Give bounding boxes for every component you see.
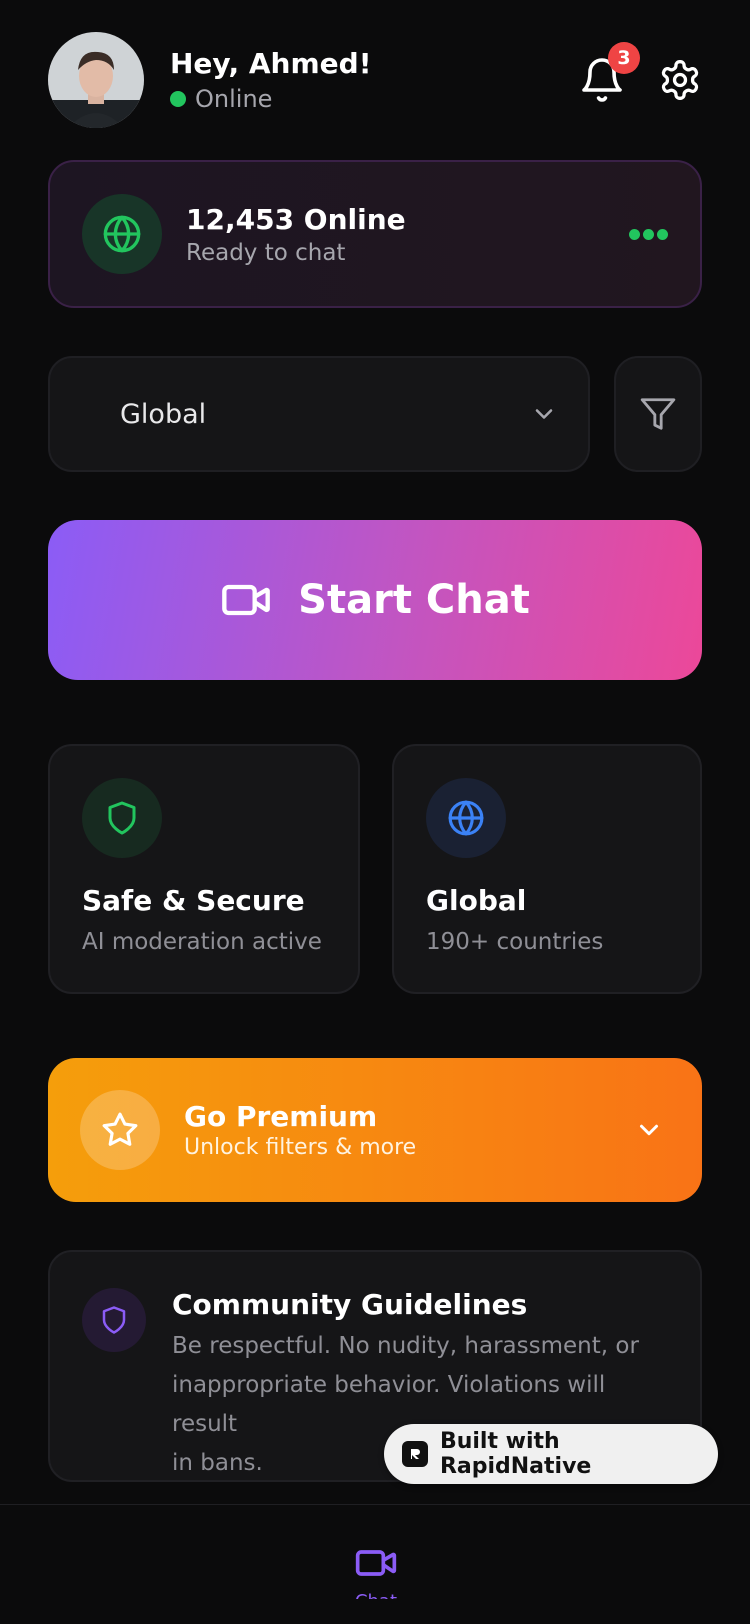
premium-subtitle: Unlock filters & more [184, 1135, 417, 1160]
status-label: Online [195, 84, 273, 113]
tab-chat-label: Chat [355, 1591, 397, 1599]
video-icon [355, 1550, 397, 1576]
guidelines-title: Community Guidelines [172, 1288, 528, 1321]
premium-title: Go Premium [184, 1100, 378, 1133]
shield-icon [108, 801, 136, 835]
shield-icon [102, 1306, 126, 1334]
notification-badge: 3 [608, 42, 640, 74]
online-users-card: 12,453 Online Ready to chat [48, 160, 702, 308]
region-selected-value: Global [120, 398, 207, 430]
star-icon-circle [80, 1090, 160, 1170]
feature-card-global: Global 190+ countries [392, 744, 702, 994]
activity-dots [626, 228, 668, 240]
gear-icon [661, 60, 699, 100]
built-with-label: Built with RapidNative [439, 1429, 592, 1479]
feature-title: Global [426, 884, 527, 917]
online-subtitle: Ready to chat [186, 239, 346, 266]
globe-icon-circle [82, 194, 162, 274]
feature-card-safe: Safe & Secure AI moderation active [48, 744, 360, 994]
start-chat-label: Start Chat [298, 577, 530, 623]
go-premium-banner[interactable]: Go Premium Unlock filters & more [48, 1058, 702, 1202]
shield-icon-circle [82, 778, 162, 858]
rapidnative-logo-icon [402, 1441, 428, 1467]
globe-icon [103, 215, 141, 253]
chevron-down-icon [640, 1124, 658, 1136]
filter-button[interactable] [614, 356, 702, 472]
globe-icon-circle [426, 778, 506, 858]
greeting-block: Hey, Ahmed! Online [170, 47, 371, 113]
settings-button[interactable] [658, 58, 702, 102]
premium-text: Go Premium Unlock filters & more [184, 1100, 416, 1160]
feature-subtitle: 190+ countries [426, 929, 604, 955]
header: Hey, Ahmed! Online 3 [48, 32, 702, 128]
feature-subtitle: AI moderation active [82, 929, 322, 955]
chevron-down-icon [535, 409, 553, 419]
built-with-badge[interactable]: Built with RapidNative [384, 1424, 718, 1484]
status-dot [170, 90, 186, 107]
online-count: 12,453 Online [186, 202, 406, 236]
guidelines-line: Be respectful. No nudity, harassment, or [172, 1333, 639, 1359]
notifications-button[interactable]: 3 [578, 42, 640, 104]
header-actions: 3 [578, 42, 702, 104]
online-text: 12,453 Online Ready to chat [186, 203, 406, 266]
star-icon [102, 1112, 138, 1146]
globe-icon [448, 800, 484, 836]
feature-title: Safe & Secure [82, 884, 305, 917]
filter-icon [640, 398, 676, 430]
start-chat-button[interactable]: Start Chat [48, 520, 702, 680]
video-icon [222, 584, 271, 616]
region-select[interactable]: Global [48, 356, 590, 472]
shield-icon-circle [82, 1288, 146, 1352]
online-status: Online [170, 85, 371, 113]
tab-chat[interactable]: Chat [354, 1541, 398, 1621]
bottom-tab-bar: Chat [0, 1504, 750, 1624]
avatar[interactable] [48, 32, 144, 128]
greeting-title: Hey, Ahmed! [170, 47, 372, 81]
